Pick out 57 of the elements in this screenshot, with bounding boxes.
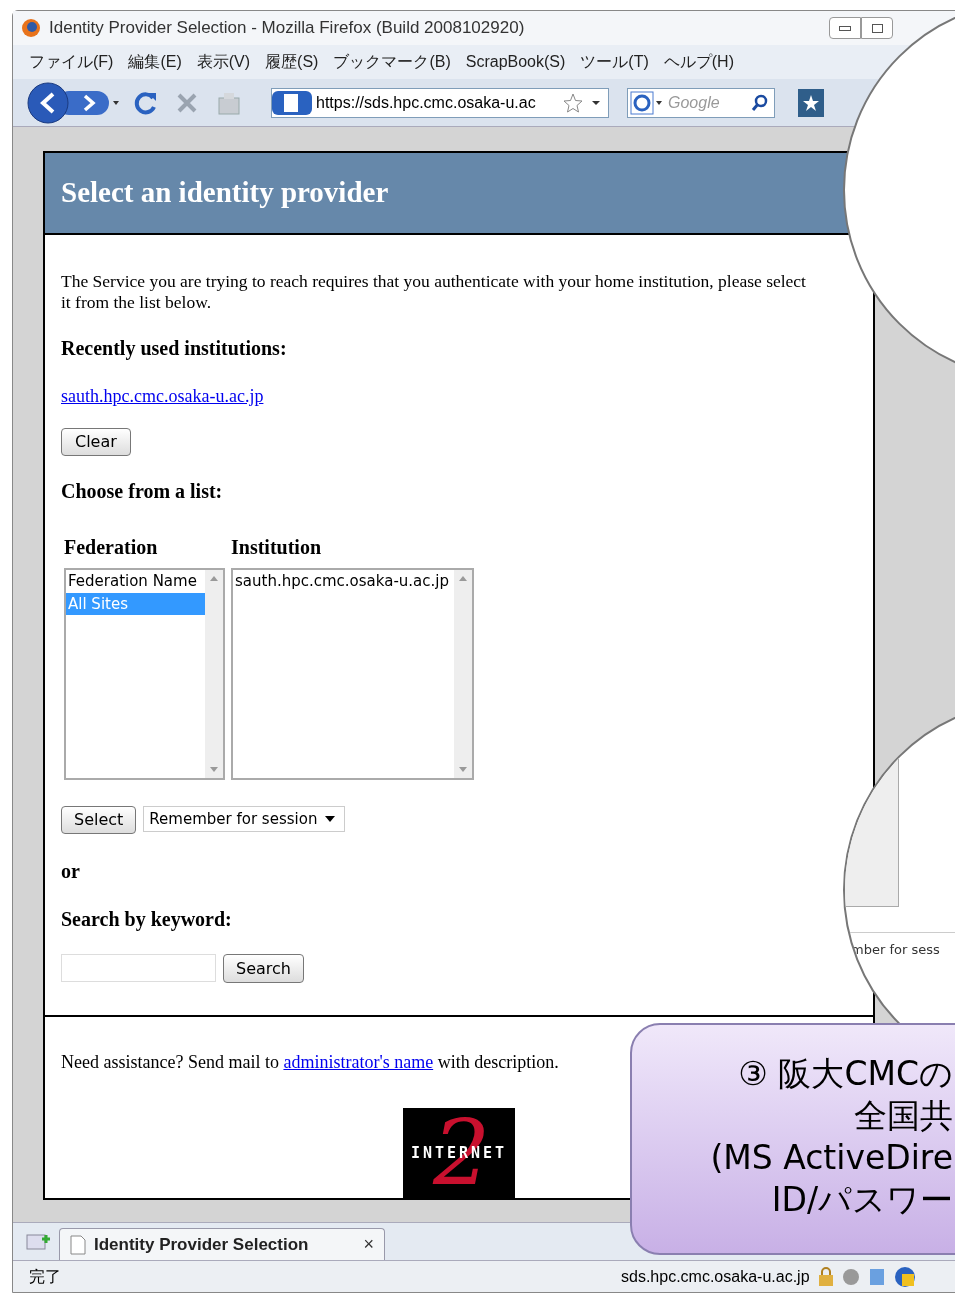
section-heading: Choose from a list: <box>61 479 224 504</box>
scroll-up-icon[interactable] <box>459 576 467 581</box>
star-icon[interactable] <box>562 91 584 114</box>
tab-close-button[interactable]: × <box>363 1231 374 1258</box>
bookmark-icon[interactable] <box>797 87 825 118</box>
status-text: 完了 <box>29 1266 61 1287</box>
minimize-button[interactable] <box>829 17 861 39</box>
menu-item[interactable]: ScrapBook(S) <box>465 50 566 74</box>
address-bar[interactable]: https://sds.hpc.cmc.osaka-u.ac <box>271 87 609 118</box>
keyword-field[interactable] <box>61 954 216 982</box>
federation-list[interactable]: Federation Name All Sites <box>64 568 225 780</box>
menu-item[interactable]: 表示(V) <box>196 50 251 74</box>
institution-list[interactable]: sauth.hpc.cmc.osaka-u.ac.jp <box>231 568 474 780</box>
browser-tab[interactable]: Identity Provider Selection × <box>59 1228 385 1260</box>
select-button[interactable]: Select <box>61 806 137 834</box>
clear-button[interactable]: Clear <box>61 428 131 456</box>
institution-link[interactable]: sauth.hpc.cmc.osaka-u.ac.jp <box>61 383 264 410</box>
page-heading: Select an identity provider <box>61 175 389 211</box>
callout-text: ID/パスワー <box>771 1179 953 1221</box>
menu-item[interactable]: ツール(T) <box>580 50 649 74</box>
callout-text: ③ 阪大CMCの <box>738 1053 953 1095</box>
menu-item[interactable]: 編集(E) <box>128 50 182 74</box>
maximize-button[interactable] <box>861 17 893 39</box>
scrollbar[interactable] <box>454 570 472 778</box>
reload-icon[interactable] <box>133 89 159 116</box>
menu-item[interactable]: 履歴(S) <box>265 50 319 74</box>
browser-logo-icon <box>21 18 41 38</box>
caret-icon <box>325 816 336 822</box>
column-label: Federation <box>64 535 159 560</box>
remember-dropdown[interactable]: Remember for session <box>143 806 346 832</box>
menu-item[interactable]: ファイル(F) <box>29 50 114 74</box>
list-option[interactable]: Federation Name <box>66 570 205 593</box>
menu-item[interactable]: ヘルプ(H) <box>663 50 734 74</box>
callout-text: 全国共 <box>854 1095 953 1137</box>
scroll-down-icon[interactable] <box>210 767 218 772</box>
search-button[interactable]: Search <box>223 954 304 983</box>
circle-icon <box>841 1267 860 1286</box>
dropdown-icon[interactable] <box>592 99 600 106</box>
lock-icon <box>817 1266 834 1287</box>
section-heading: Recently used institutions: <box>61 336 288 362</box>
scroll-down-icon[interactable] <box>459 767 467 772</box>
callout-text: (MS ActiveDire <box>710 1137 953 1179</box>
scrollbar[interactable] <box>205 570 223 778</box>
or-label: or <box>61 859 81 884</box>
list-option[interactable]: sauth.hpc.cmc.osaka-u.ac.jp <box>233 570 454 593</box>
status-host: sds.hpc.cmc.osaka-u.ac.jp <box>621 1266 810 1287</box>
search-engine-icon[interactable] <box>628 89 664 116</box>
window-title: Identity Provider Selection - Mozilla Firefox (Build 2008102920) <box>49 17 525 40</box>
email-link[interactable]: administrator's name <box>283 1052 434 1072</box>
scroll-up-icon[interactable] <box>210 576 218 581</box>
search-icon[interactable] <box>750 92 770 113</box>
column-label: Institution <box>231 535 323 560</box>
section-heading: Search by keyword: <box>61 907 233 933</box>
menu-item[interactable]: ブックマーク(B) <box>333 50 451 74</box>
intro-text: The Service you are trying to reach requires that you authenticate with your home institution, please select it from the list below. <box>61 271 807 313</box>
page-icon <box>70 1234 86 1255</box>
page-icon <box>272 88 312 117</box>
